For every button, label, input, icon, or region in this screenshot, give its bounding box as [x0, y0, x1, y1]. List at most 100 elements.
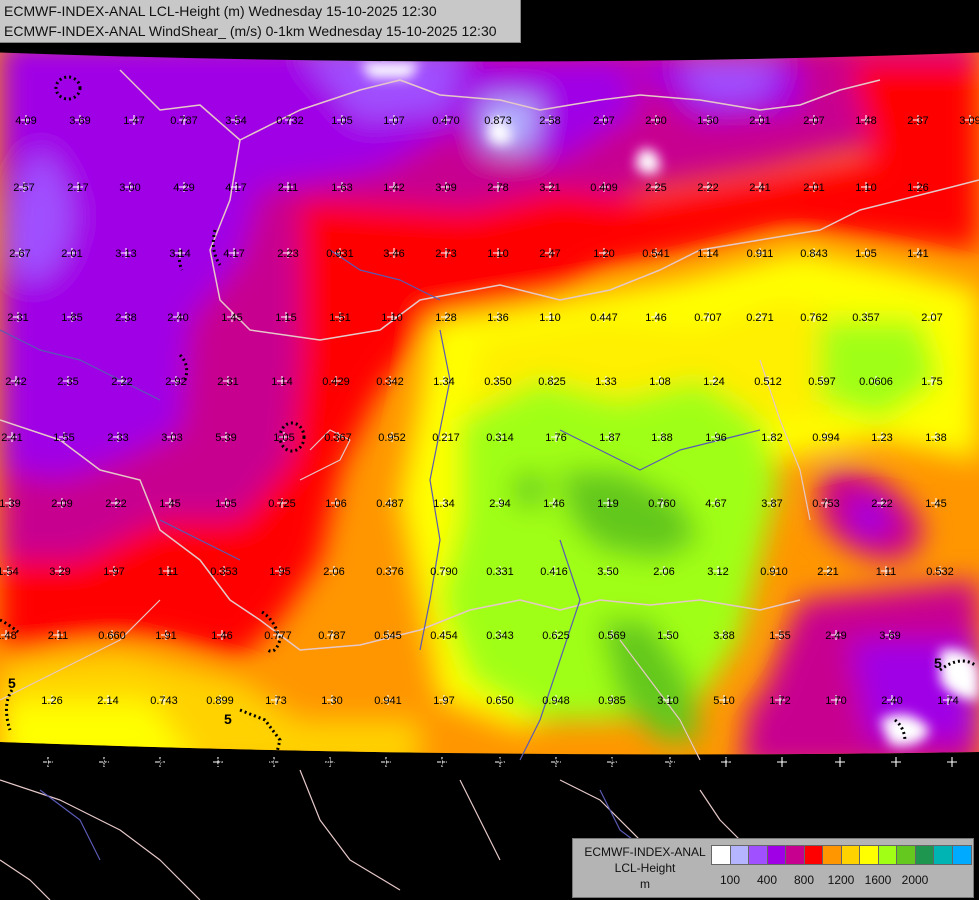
- wind-shear-value: 3.21: [539, 182, 560, 194]
- wind-shear-value: 3.09: [959, 115, 979, 127]
- wind-shear-value: 0.777: [264, 630, 292, 642]
- wind-shear-value: 1.51: [329, 312, 350, 324]
- wind-shear-value: 2.00: [645, 115, 666, 127]
- wind-shear-value: 2.78: [487, 182, 508, 194]
- wind-shear-value: 2.25: [645, 182, 666, 194]
- wind-shear-value: 2.22: [111, 376, 132, 388]
- wind-shear-value: 2.01: [749, 115, 770, 127]
- wind-shear-value: 2.21: [817, 566, 838, 578]
- wind-shear-value: 1.09: [431, 757, 452, 769]
- wind-shear-value: 1.46: [211, 630, 232, 642]
- wind-shear-value: 0.790: [430, 566, 458, 578]
- wind-shear-value: 2.11: [278, 182, 299, 194]
- legend-swatch: [785, 845, 805, 865]
- wind-shear-value: 1.24: [703, 376, 724, 388]
- wind-shear-value: 1.11: [876, 566, 897, 578]
- wind-shear-value: 3.10: [657, 695, 678, 707]
- legend-tick-label: 2000: [901, 873, 929, 887]
- wind-shear-value: 3.50: [597, 566, 618, 578]
- wind-shear-value: 2.01: [61, 248, 82, 260]
- wind-shear-value: 3.46: [383, 248, 404, 260]
- wind-shear-value: 0.743: [150, 695, 178, 707]
- wind-shear-value: 2.33: [107, 432, 128, 444]
- wind-shear-value: 3.09: [435, 182, 456, 194]
- wind-shear-value: 0.447: [590, 312, 618, 324]
- wind-shear-value: 1.45: [221, 312, 242, 324]
- wind-shear-value: 3.69: [69, 115, 90, 127]
- wind-shear-value: 1.38: [925, 432, 946, 444]
- wind-shear-value: 2.40: [881, 695, 902, 707]
- wind-shear-value: 2.38: [115, 312, 136, 324]
- wind-shear-value: 0.660: [98, 630, 126, 642]
- wind-shear-value: 1.46: [645, 312, 666, 324]
- wind-shear-value: 2.07: [803, 115, 824, 127]
- wind-shear-value: 0.941: [374, 695, 402, 707]
- wind-shear-value: 2.40: [167, 312, 188, 324]
- legend-tick-label: 400: [756, 873, 778, 887]
- wind-shear-value: 2.41: [1, 432, 22, 444]
- wind-shear-value: 1.91: [155, 630, 176, 642]
- wind-shear-value: 0.470: [432, 115, 460, 127]
- wind-shear-value: 1.87: [599, 432, 620, 444]
- wind-shear-value: 1.10: [855, 182, 876, 194]
- legend-swatch: [951, 845, 972, 865]
- wind-shear-value: 1.73: [715, 757, 736, 769]
- wind-shear-value: 1.54: [0, 566, 19, 578]
- wind-shear-value: 0.760: [648, 498, 676, 510]
- contour-label: 5: [934, 655, 942, 671]
- wind-shear-value: 1.88: [651, 432, 672, 444]
- wind-shear-value: 0.948: [542, 695, 570, 707]
- wind-shear-value: 0.787: [318, 630, 346, 642]
- map-title-line-2: ECMWF-INDEX-ANAL WindShear_ (m/s) 0-1km …: [4, 23, 497, 39]
- wind-shear-value: 1.55: [53, 432, 74, 444]
- legend-field-label: LCL-Height: [614, 861, 676, 875]
- wind-shear-value: 1.10: [381, 312, 402, 324]
- wind-shear-value: 2.35: [57, 376, 78, 388]
- wind-shear-value: 1.34: [433, 498, 454, 510]
- wind-shear-value: 1.48: [855, 115, 876, 127]
- wind-shear-value: 0.899: [206, 695, 234, 707]
- wind-shear-value: 2.42: [5, 376, 26, 388]
- wind-shear-value: 1.74: [937, 695, 958, 707]
- wind-shear-value: 1.72: [769, 695, 790, 707]
- wind-shear-value: 1.07: [383, 115, 404, 127]
- wind-shear-value: 3.03: [161, 432, 182, 444]
- wind-shear-value: 1.45: [159, 498, 180, 510]
- wind-shear-value: 1.14: [697, 248, 718, 260]
- wind-shear-value: 3.29: [49, 566, 70, 578]
- wind-shear-value: 3.12: [707, 566, 728, 578]
- lcl-height-field: [0, 52, 979, 755]
- wind-shear-value: 2.14: [97, 695, 118, 707]
- wind-shear-value: 0.753: [812, 498, 840, 510]
- map-title-box: ECMWF-INDEX-ANAL LCL-Height (m) Wednesda…: [0, 0, 521, 43]
- wind-shear-value: 1.41: [907, 248, 928, 260]
- wind-shear-value: 1.55: [769, 630, 790, 642]
- wind-shear-value: 0.725: [268, 498, 296, 510]
- wind-shear-value: 1.63: [331, 182, 352, 194]
- wind-shear-value: 1.26: [41, 695, 62, 707]
- legend-tick-label: 100: [719, 873, 741, 887]
- wind-shear-value: 2.06: [653, 566, 674, 578]
- wind-shear-value: 1.51: [601, 757, 622, 769]
- wind-shear-value: 1.48: [0, 630, 17, 642]
- wind-shear-value: 0.910: [760, 566, 788, 578]
- wind-shear-value: 0.625: [542, 630, 570, 642]
- wind-shear-value: 1.08: [649, 376, 670, 388]
- wind-shear-value: 0.952: [378, 432, 406, 444]
- wind-shear-value: 1.28: [435, 312, 456, 324]
- wind-shear-value: 1.23: [871, 432, 892, 444]
- legend-swatch: [896, 845, 916, 865]
- wind-shear-value: 2.58: [539, 115, 560, 127]
- wind-shear-value: 1.10: [539, 312, 560, 324]
- wind-shear-value: 1.05: [215, 498, 236, 510]
- wind-shear-value: 0.597: [808, 376, 836, 388]
- wind-shear-value: 1.45: [925, 498, 946, 510]
- wind-shear-value: 0.376: [376, 566, 404, 578]
- legend-swatch: [711, 845, 731, 865]
- wind-shear-value: 0.913: [260, 757, 288, 769]
- wind-shear-value: 3.88: [713, 630, 734, 642]
- wind-shear-value: 2.11: [48, 630, 69, 642]
- wind-shear-value: 2.57: [13, 182, 34, 194]
- wind-shear-value: 2.01: [803, 182, 824, 194]
- legend-swatch: [933, 845, 953, 865]
